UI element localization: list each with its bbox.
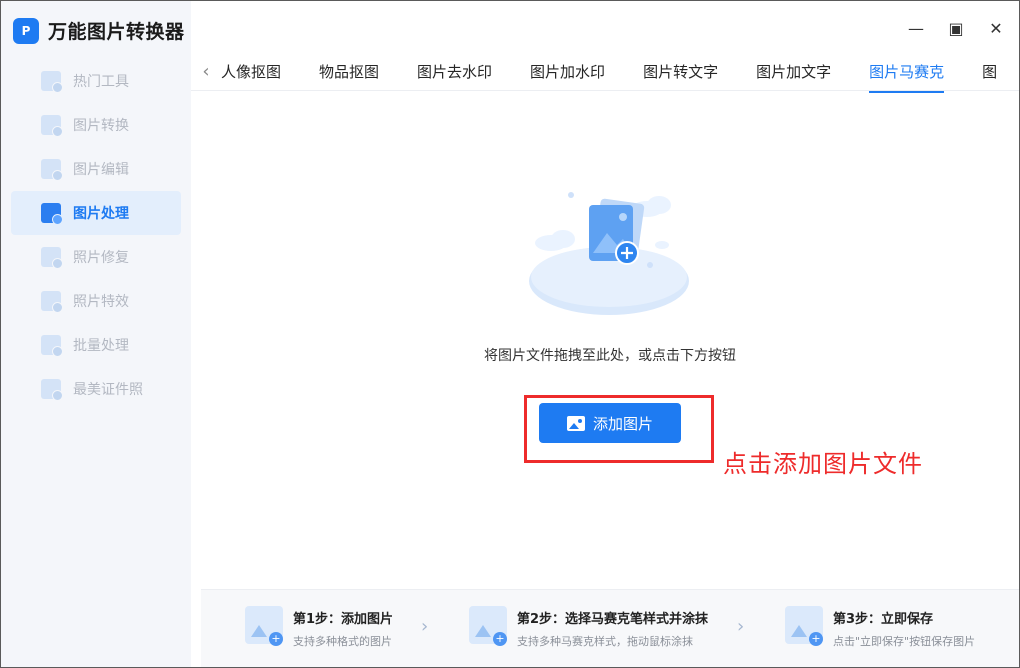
step-title: 第1步：添加图片 [293,612,394,627]
annotation-text: 点击添加图片文件 [723,450,923,478]
drop-area[interactable]: 将图片文件拖拽至此处，或点击下方按钮 添加图片 点击添加图片文件 [201,92,1019,589]
sidebar-item-image-edit[interactable]: 图片编辑 [11,147,181,191]
chevron-right-icon: › [421,616,429,637]
step-2: 第2步：选择马赛克笔样式并涂抹 支持多种马赛克样式，拖动鼠标涂抹 [469,606,708,649]
app-logo-icon: P [13,17,39,44]
grid-icon [41,71,63,93]
maximize-icon[interactable]: ▣ [947,19,965,38]
step-desc: 支持多种马赛克样式，拖动鼠标涂抹 [517,635,693,648]
sidebar-item-label: 照片特效 [73,294,129,310]
step-title: 第2步：选择马赛克笔样式并涂抹 [517,612,709,627]
tab-remove-watermark[interactable]: 图片去水印 [417,53,492,91]
tab-portrait-cutout[interactable]: 人像抠图 [221,53,281,91]
drop-hint-text: 将图片文件拖拽至此处，或点击下方按钮 [484,348,736,364]
step-1: 第1步：添加图片 支持多种格式的图片 [245,606,393,649]
minimize-icon[interactable]: — [907,19,925,38]
sidebar-item-label: 最美证件照 [73,382,143,398]
save-step-icon [785,606,823,646]
brand: P 万能图片转换器 [13,17,185,44]
sidebar-item-photo-repair[interactable]: 照片修复 [11,235,181,279]
annotation-highlight-box [524,395,714,463]
batch-icon [41,335,63,357]
image-process-icon [41,203,63,225]
sidebar-item-image-convert[interactable]: 图片转换 [11,103,181,147]
photo-effect-icon [41,291,63,313]
tab-add-text[interactable]: 图片加文字 [756,53,831,91]
tab-add-watermark[interactable]: 图片加水印 [530,53,605,91]
sidebar-item-label: 图片转换 [73,118,129,134]
tab-image-to-text[interactable]: 图片转文字 [643,53,718,91]
tab-object-cutout[interactable]: 物品抠图 [319,53,379,91]
step-title: 第3步：立即保存 [833,612,934,627]
chevron-right-icon: › [737,616,745,637]
add-image-step-icon [245,606,283,646]
close-icon[interactable]: ✕ [987,19,1005,38]
sidebar-item-label: 图片编辑 [73,162,129,178]
tab-more[interactable]: 图 [982,53,1000,91]
sidebar-item-id-photo[interactable]: 最美证件照 [11,367,181,411]
step-3: 第3步：立即保存 点击"立即保存"按钮保存图片 [785,606,975,649]
tabs-back-icon[interactable]: ‹ [191,53,221,82]
sidebar-item-batch[interactable]: 批量处理 [11,323,181,367]
sidebar-nav: 热门工具 图片转换 图片编辑 图片处理 照片修复 照片特效 批量处理 最美证件照 [11,59,181,411]
step-desc: 支持多种格式的图片 [293,635,392,648]
sidebar-item-hot-tools[interactable]: 热门工具 [11,59,181,103]
sidebar: P 万能图片转换器 热门工具 图片转换 图片编辑 图片处理 照片修复 照片特效 … [1,1,191,667]
mosaic-step-icon [469,606,507,646]
sidebar-item-photo-effect[interactable]: 照片特效 [11,279,181,323]
sidebar-item-label: 照片修复 [73,250,129,266]
photo-repair-icon [41,247,63,269]
image-edit-icon [41,159,63,181]
id-photo-icon [41,379,63,401]
steps-bar: 第1步：添加图片 支持多种格式的图片 › 第2步：选择马赛克笔样式并涂抹 支持多… [201,589,1019,667]
app-window: P 万能图片转换器 热门工具 图片转换 图片编辑 图片处理 照片修复 照片特效 … [0,0,1020,668]
tool-tabs: ‹ 人像抠图 物品抠图 图片去水印 图片加水印 图片转文字 图片加文字 图片马赛… [191,53,1019,93]
sidebar-item-label: 热门工具 [73,74,129,90]
step-desc: 点击"立即保存"按钮保存图片 [833,635,976,648]
window-controls: — ▣ ✕ [907,19,1005,38]
app-title: 万能图片转换器 [48,21,185,43]
tab-mosaic[interactable]: 图片马赛克 [869,53,945,93]
sidebar-item-label: 批量处理 [73,338,129,354]
sidebar-item-image-process[interactable]: 图片处理 [11,191,181,235]
image-convert-icon [41,115,63,137]
upload-illustration-icon [529,192,689,315]
sidebar-item-label: 图片处理 [73,206,129,222]
